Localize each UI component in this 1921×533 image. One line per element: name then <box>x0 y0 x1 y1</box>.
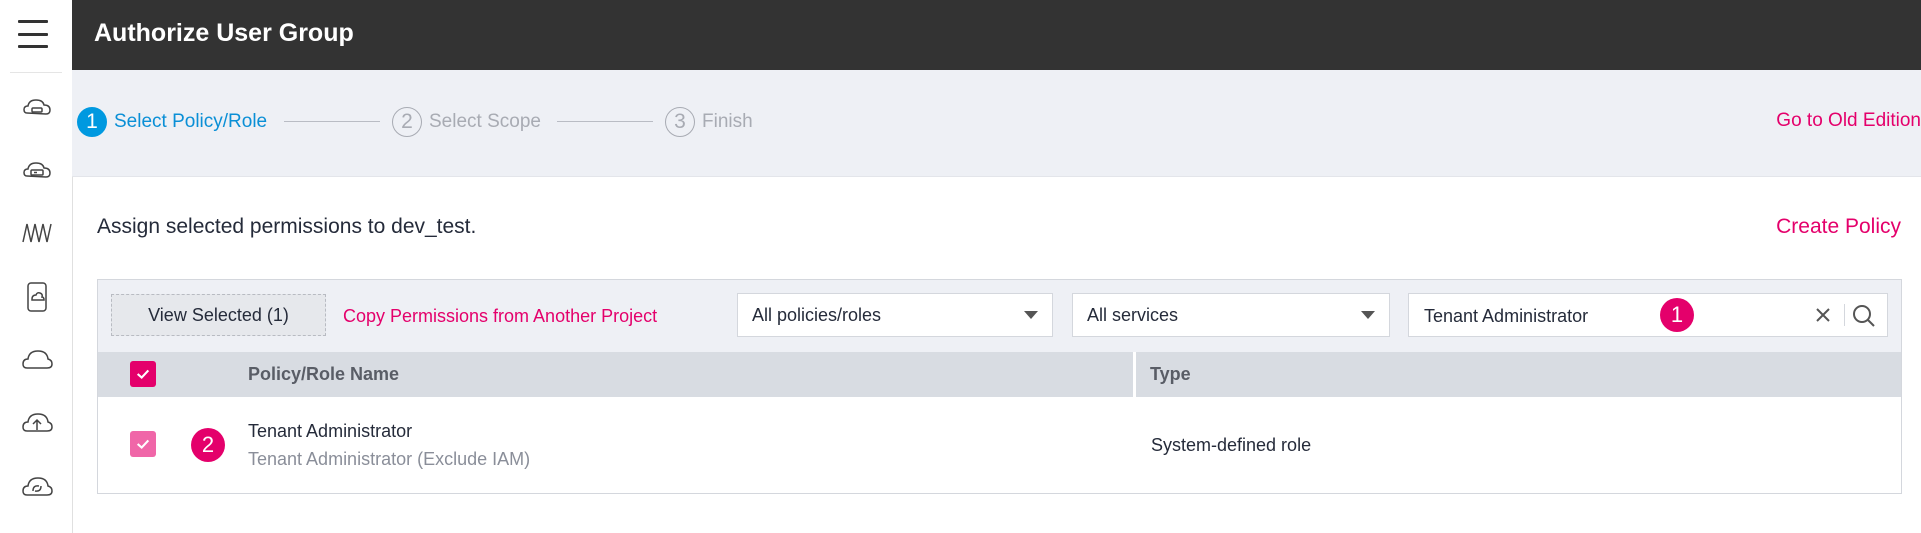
policy-filter-value: All policies/roles <box>752 304 882 325</box>
service-filter-select[interactable]: All services <box>1072 293 1390 337</box>
go-to-old-edition-link[interactable]: Go to Old Edition <box>1776 110 1921 132</box>
create-policy-link[interactable]: Create Policy <box>1776 215 1901 239</box>
clear-icon[interactable] <box>1811 303 1835 327</box>
search-divider <box>1844 304 1845 326</box>
step-connector <box>557 121 653 122</box>
step-number: 2 <box>392 107 422 137</box>
table-row: 2 Tenant Administrator Tenant Administra… <box>98 397 1901 493</box>
search-value: Tenant Administrator <box>1424 306 1589 326</box>
chevron-down-icon <box>1024 311 1038 319</box>
step-finish[interactable]: 3 Finish <box>665 106 753 138</box>
network-icon[interactable] <box>20 216 54 250</box>
column-divider <box>1133 352 1136 397</box>
view-selected-button[interactable]: View Selected (1) <box>111 294 326 336</box>
page-title: Authorize User Group <box>94 19 354 47</box>
wizard-steps: 1 Select Policy/Role 2 Select Scope 3 Fi… <box>72 70 1921 177</box>
service-filter-value: All services <box>1087 304 1179 325</box>
step-select-scope[interactable]: 2 Select Scope <box>392 106 541 138</box>
step-label: Select Policy/Role <box>114 111 268 132</box>
step-badge: 1 <box>1660 298 1694 332</box>
search-input[interactable]: Tenant Administrator 1 <box>1408 293 1888 337</box>
policy-description: Tenant Administrator (Exclude IAM) <box>248 449 531 469</box>
assign-permissions-text: Assign selected permissions to dev_test. <box>97 215 477 238</box>
sidebar-divider <box>10 72 62 73</box>
chevron-down-icon <box>1361 311 1375 319</box>
storage-disk-icon[interactable] <box>20 155 54 189</box>
step-badge: 2 <box>191 428 225 462</box>
step-number: 1 <box>77 107 107 137</box>
step-label: Select Scope <box>429 111 541 132</box>
column-header-type[interactable]: Type <box>1150 364 1191 385</box>
policy-panel: View Selected (1) Copy Permissions from … <box>97 279 1902 494</box>
cloud-upload-icon[interactable] <box>20 407 54 441</box>
phone-device-icon[interactable] <box>20 280 54 314</box>
table-header: Policy/Role Name Type <box>98 352 1901 397</box>
row-checkbox[interactable] <box>130 431 156 457</box>
select-all-checkbox[interactable] <box>130 361 156 387</box>
cloud-server-icon[interactable] <box>20 92 54 126</box>
policy-filter-select[interactable]: All policies/roles <box>737 293 1053 337</box>
step-connector <box>284 121 380 122</box>
search-icon[interactable] <box>1851 303 1877 329</box>
step-label: Finish <box>702 111 753 132</box>
step-select-policy[interactable]: 1 Select Policy/Role <box>77 106 267 138</box>
column-header-name[interactable]: Policy/Role Name <box>248 364 399 385</box>
policy-name: Tenant Administrator <box>248 421 413 441</box>
policy-type: System-defined role <box>1151 435 1312 455</box>
header-bar: Authorize User Group <box>72 0 1921 70</box>
step-number: 3 <box>665 107 695 137</box>
copy-permissions-link[interactable]: Copy Permissions from Another Project <box>343 306 657 327</box>
menu-icon[interactable] <box>18 20 48 48</box>
sidebar <box>0 0 73 533</box>
cloud-sync-icon[interactable] <box>20 471 54 505</box>
cloud-icon[interactable] <box>20 344 54 378</box>
